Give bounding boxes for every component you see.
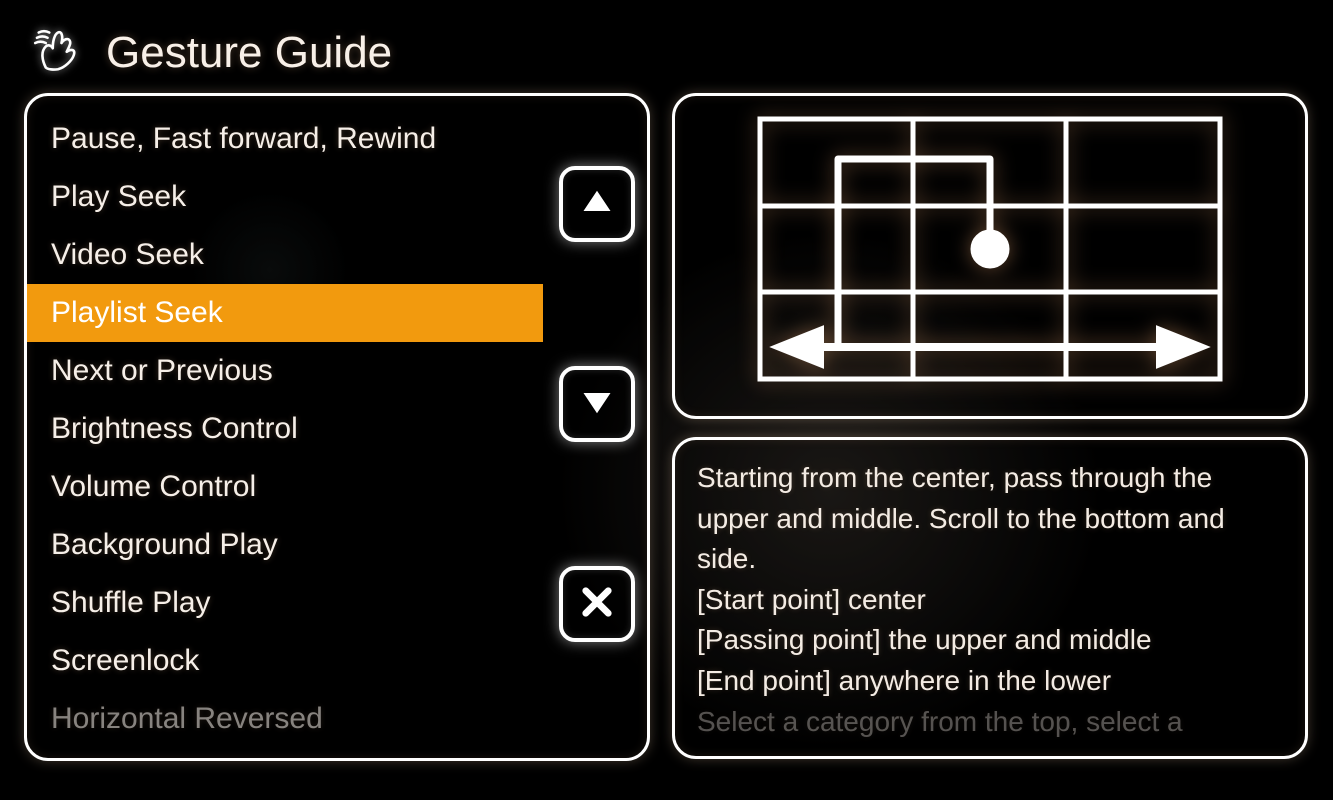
gesture-item[interactable]: Shuffle Play	[27, 574, 647, 632]
triangle-up-icon	[579, 184, 615, 225]
gesture-item-selected[interactable]: Playlist Seek	[27, 284, 543, 342]
gesture-diagram-icon	[720, 109, 1260, 404]
scroll-up-button[interactable]	[559, 166, 635, 242]
gesture-list-panel: Pause, Fast forward, Rewind Play Seek Vi…	[24, 93, 650, 761]
description-end: [End point] anywhere in the lower	[697, 661, 1283, 702]
close-button[interactable]	[559, 566, 635, 642]
gesture-item[interactable]: Horizontal Reversed	[27, 690, 647, 748]
gesture-item[interactable]: Volume Control	[27, 458, 647, 516]
gesture-description-panel: Starting from the center, pass through t…	[672, 437, 1308, 759]
gesture-item[interactable]: Screenlock	[27, 632, 647, 690]
triangle-down-icon	[579, 384, 615, 425]
gesture-item[interactable]: Video Seek	[27, 226, 647, 284]
gesture-item[interactable]: Brightness Control	[27, 400, 647, 458]
gesture-hand-icon	[30, 22, 86, 83]
gesture-item[interactable]: Play Seek	[27, 168, 647, 226]
header: Gesture Guide	[0, 0, 1333, 93]
gesture-list: Pause, Fast forward, Rewind Play Seek Vi…	[27, 110, 647, 748]
gesture-diagram-panel	[672, 93, 1308, 419]
scroll-down-button[interactable]	[559, 366, 635, 442]
description-overflow: Select a category from the top, select a	[697, 702, 1283, 743]
close-icon	[579, 584, 615, 625]
description-text: Starting from the center, pass through t…	[697, 458, 1283, 580]
gesture-item[interactable]: Background Play	[27, 516, 647, 574]
page-title: Gesture Guide	[106, 28, 392, 78]
gesture-item[interactable]: Pause, Fast forward, Rewind	[27, 110, 647, 168]
description-passing: [Passing point] the upper and middle	[697, 620, 1283, 661]
description-start: [Start point] center	[697, 580, 1283, 621]
gesture-item[interactable]: Next or Previous	[27, 342, 647, 400]
